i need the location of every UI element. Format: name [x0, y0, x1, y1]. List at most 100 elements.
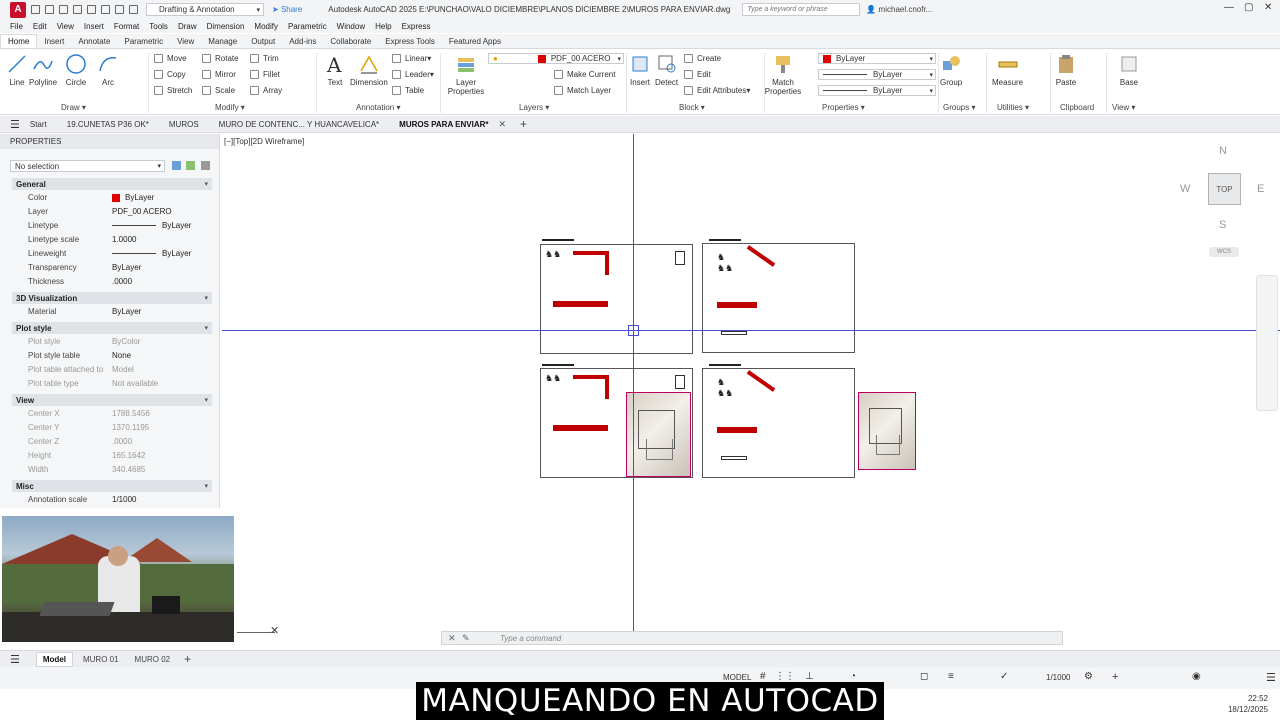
match-layer-tool[interactable]: Match Layer: [554, 86, 611, 95]
color-dropdown[interactable]: ByLayer: [818, 53, 936, 64]
layer-dropdown[interactable]: ● PDF_00 ACERO: [488, 53, 624, 64]
workspace-select[interactable]: Drafting & Annotation: [146, 3, 264, 16]
edit-attributes-tool[interactable]: Edit Attributes ▾: [684, 86, 750, 95]
layer-properties-tool[interactable]: Layer Properties: [446, 53, 486, 96]
lineweight-toggle-icon[interactable]: ≡: [948, 671, 954, 682]
redo-icon[interactable]: [115, 5, 124, 14]
prop-row-center-x[interactable]: Center X 1788.5456: [12, 407, 212, 420]
workspace-gear-icon[interactable]: ⚙: [1084, 671, 1093, 682]
menu-format[interactable]: Format: [114, 22, 139, 31]
scale-tool[interactable]: Scale: [202, 86, 235, 95]
tab-featured-apps[interactable]: Featured Apps: [442, 35, 508, 48]
hamburger-icon[interactable]: ☰: [10, 118, 20, 131]
tab-annotate[interactable]: Annotate: [71, 35, 117, 48]
view-panel-title[interactable]: View ▾: [1112, 103, 1135, 112]
drawing-sheet[interactable]: ♞♞: [540, 244, 693, 354]
menu-tools[interactable]: Tools: [149, 22, 168, 31]
scanned-plan-image[interactable]: [626, 392, 691, 477]
undo-icon[interactable]: [101, 5, 110, 14]
drawing-sheet[interactable]: ♞ ♞♞: [702, 243, 855, 353]
lineweight-dropdown[interactable]: ByLayer: [818, 85, 936, 96]
prop-row-linetype[interactable]: Linetype ByLayer: [12, 219, 212, 232]
tab-express-tools[interactable]: Express Tools: [378, 35, 442, 48]
category-general[interactable]: General: [12, 178, 212, 190]
make-current-tool[interactable]: Make Current: [554, 70, 615, 79]
prop-row-color[interactable]: Color ByLayer: [12, 191, 212, 204]
tab-add-ins[interactable]: Add-ins: [282, 35, 323, 48]
leader-tool[interactable]: Leader ▾: [392, 70, 434, 79]
maximize-icon[interactable]: ▢: [1244, 2, 1253, 13]
select-objects-icon[interactable]: [186, 161, 195, 170]
prop-row-width[interactable]: Width 340.4685: [12, 463, 212, 476]
menu-draw[interactable]: Draw: [178, 22, 197, 31]
match-properties-tool[interactable]: Match Properties: [764, 53, 802, 96]
save-icon[interactable]: [59, 5, 68, 14]
menu-file[interactable]: File: [10, 22, 23, 31]
create-block-tool[interactable]: Create: [684, 54, 721, 63]
block-panel-title[interactable]: Block ▾: [679, 103, 705, 112]
prop-row-plot-table-attached[interactable]: Plot table attached to Model: [12, 363, 212, 376]
upload-icon[interactable]: [87, 5, 96, 14]
mirror-tool[interactable]: Mirror: [202, 70, 236, 79]
layout-menu-icon[interactable]: ☰: [10, 653, 20, 666]
file-tab-muros-para-enviar[interactable]: MUROS PARA ENVIAR*: [389, 120, 498, 129]
base-view-tool[interactable]: Base: [1118, 53, 1140, 87]
prop-row-center-y[interactable]: Center Y 1370.1195: [12, 421, 212, 434]
groups-panel-title[interactable]: Groups ▾: [943, 103, 975, 112]
rotate-tool[interactable]: Rotate: [202, 54, 239, 63]
linetype-dropdown[interactable]: ByLayer: [818, 69, 936, 80]
tab-parametric[interactable]: Parametric: [117, 35, 170, 48]
open-icon[interactable]: [45, 5, 54, 14]
snap-icon[interactable]: ⋮⋮: [775, 671, 795, 682]
clipboard-panel-title[interactable]: Clipboard: [1060, 103, 1094, 112]
prop-row-plot-style[interactable]: Plot style ByColor: [12, 335, 212, 348]
tab-insert[interactable]: Insert: [37, 35, 71, 48]
viewport-controls[interactable]: [−][Top][2D Wireframe]: [224, 137, 304, 146]
annotation-panel-title[interactable]: Annotation ▾: [356, 103, 401, 112]
layout-tab-model[interactable]: Model: [35, 651, 73, 667]
menu-dimension[interactable]: Dimension: [207, 22, 245, 31]
paste-tool[interactable]: Paste: [1055, 53, 1077, 87]
move-tool[interactable]: Move: [154, 54, 187, 63]
layout-tab-muro-02[interactable]: MURO 02: [135, 655, 171, 664]
user-account[interactable]: 👤 michael.cnofr...: [866, 5, 932, 14]
modify-panel-title[interactable]: Modify ▾: [215, 103, 245, 112]
category-plot-style[interactable]: Plot style: [12, 322, 212, 334]
properties-panel-title[interactable]: Properties ▾: [822, 103, 865, 112]
close-tab-icon[interactable]: ✕: [499, 119, 507, 130]
insert-block-tool[interactable]: Insert: [629, 53, 651, 87]
prop-row-layer[interactable]: Layer PDF_00 ACERO: [12, 205, 212, 218]
search-input[interactable]: Type a keyword or phrase: [742, 3, 861, 16]
quick-select-icon[interactable]: [201, 161, 210, 170]
menu-modify[interactable]: Modify: [254, 22, 278, 31]
app-menu-button[interactable]: A: [10, 1, 26, 18]
menu-parametric[interactable]: Parametric: [288, 22, 327, 31]
circle-tool[interactable]: Circle: [65, 53, 87, 87]
drawing-sheet[interactable]: ♞ ♞♞: [702, 368, 855, 478]
menu-help[interactable]: Help: [375, 22, 391, 31]
file-tab-muro-contencion[interactable]: MURO DE CONTENC... Y HUANCAVELICA*: [209, 120, 389, 129]
measure-tool[interactable]: Measure: [992, 53, 1023, 87]
tab-home[interactable]: Home: [0, 34, 38, 48]
ortho-icon[interactable]: ⊥: [805, 671, 814, 682]
viewcube-top[interactable]: TOP: [1208, 173, 1241, 205]
category-misc[interactable]: Misc: [12, 480, 212, 492]
model-space-button[interactable]: MODEL: [723, 673, 751, 682]
share-button[interactable]: ➤ Share: [272, 5, 302, 14]
prop-row-lineweight[interactable]: Lineweight ByLayer: [12, 247, 212, 260]
menu-insert[interactable]: Insert: [84, 22, 104, 31]
prop-row-plot-table-type[interactable]: Plot table type Not available: [12, 377, 212, 390]
hardware-accel-icon[interactable]: ◉: [1192, 671, 1201, 682]
customize-command-icon[interactable]: ✎: [462, 633, 470, 644]
layout-tab-muro-01[interactable]: MURO 01: [83, 655, 119, 664]
new-tab-icon[interactable]: +: [520, 117, 527, 131]
tab-collaborate[interactable]: Collaborate: [323, 35, 378, 48]
prop-row-thickness[interactable]: Thickness .0000: [12, 275, 212, 288]
arc-tool[interactable]: Arc: [97, 53, 119, 87]
command-line-input[interactable]: Type a command: [441, 631, 1063, 645]
wcs-menu[interactable]: WCS: [1209, 247, 1239, 257]
toggle-pickadd-icon[interactable]: [172, 161, 181, 170]
compass-south[interactable]: S: [1219, 219, 1226, 231]
prop-row-linetype-scale[interactable]: Linetype scale 1.0000: [12, 233, 212, 246]
trim-tool[interactable]: Trim: [250, 54, 279, 63]
